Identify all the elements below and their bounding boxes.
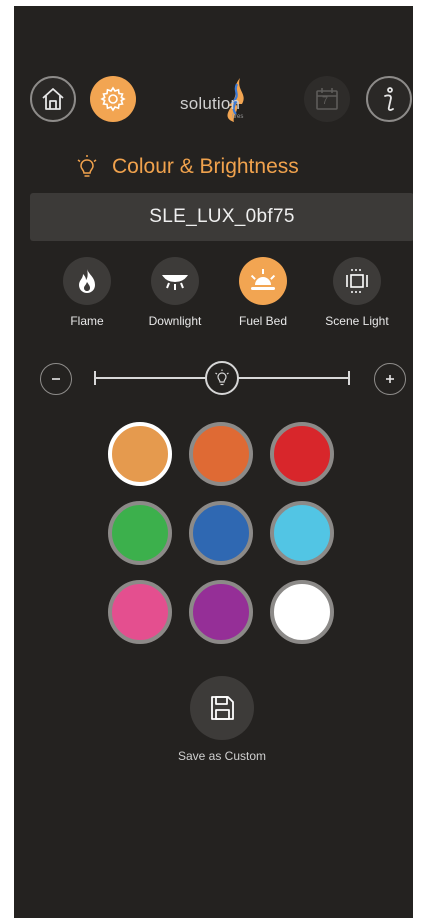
scene-light-mode-button[interactable]: [333, 257, 381, 305]
scene-light-icon: [346, 269, 368, 293]
flame-mode-button[interactable]: [63, 257, 111, 305]
mode-label: Flame: [70, 314, 104, 328]
brand-logo: solution fires: [180, 76, 264, 128]
logo-text: solution: [180, 94, 241, 113]
fuel-bed-icon: [250, 269, 276, 290]
plus-icon: [386, 375, 394, 383]
mode-fuel-bed[interactable]: Fuel Bed: [218, 257, 308, 328]
logo-subtext: fires: [232, 114, 244, 120]
settings-button[interactable]: [90, 76, 136, 122]
save-custom-button[interactable]: [190, 676, 254, 740]
colour-swatch-dark-orange[interactable]: [189, 422, 253, 486]
slider-max-cap: [348, 371, 350, 385]
save-icon: [211, 696, 234, 720]
mode-downlight[interactable]: Downlight: [130, 257, 220, 328]
app-screen: solution fires 7 Colour & Brightness SLE…: [14, 6, 413, 918]
flame-icon: [79, 269, 95, 293]
mode-scene-light[interactable]: Scene Light: [312, 257, 402, 328]
colour-swatch-light-blue[interactable]: [270, 501, 334, 565]
lightbulb-icon: [77, 155, 97, 177]
slider-min-cap: [94, 371, 96, 385]
gear-icon: [100, 86, 126, 112]
mode-flame[interactable]: Flame: [42, 257, 132, 328]
home-button[interactable]: [30, 76, 76, 122]
colour-swatch-purple[interactable]: [189, 580, 253, 644]
device-name-bar[interactable]: SLE_LUX_0bf75: [30, 193, 413, 241]
colour-swatch-green[interactable]: [108, 501, 172, 565]
increase-brightness-button[interactable]: [374, 363, 406, 395]
fuel-bed-mode-button[interactable]: [239, 257, 287, 305]
calendar-day: 7: [322, 95, 329, 107]
colour-swatch-white[interactable]: [270, 580, 334, 644]
downlight-icon: [161, 275, 189, 290]
home-icon: [42, 88, 64, 110]
page-title: Colour & Brightness: [76, 147, 299, 187]
colour-swatch-red[interactable]: [270, 422, 334, 486]
mode-label: Scene Light: [325, 314, 389, 328]
schedule-button[interactable]: 7: [304, 76, 350, 122]
page-title-text: Colour & Brightness: [112, 155, 299, 178]
colour-swatch-orange[interactable]: [108, 422, 172, 486]
info-button[interactable]: [366, 76, 412, 122]
mode-label: Fuel Bed: [238, 314, 288, 328]
colour-swatch-blue[interactable]: [189, 501, 253, 565]
brightness-slider-thumb[interactable]: [205, 361, 239, 395]
mode-label: Downlight: [148, 314, 202, 328]
device-name: SLE_LUX_0bf75: [149, 206, 295, 227]
downlight-mode-button[interactable]: [151, 257, 199, 305]
lightbulb-icon: [215, 369, 229, 386]
info-icon: [384, 87, 394, 111]
decrease-brightness-button[interactable]: [40, 363, 72, 395]
save-custom-label: Save as Custom: [177, 749, 267, 763]
minus-icon: [52, 378, 60, 380]
colour-swatch-pink[interactable]: [108, 580, 172, 644]
